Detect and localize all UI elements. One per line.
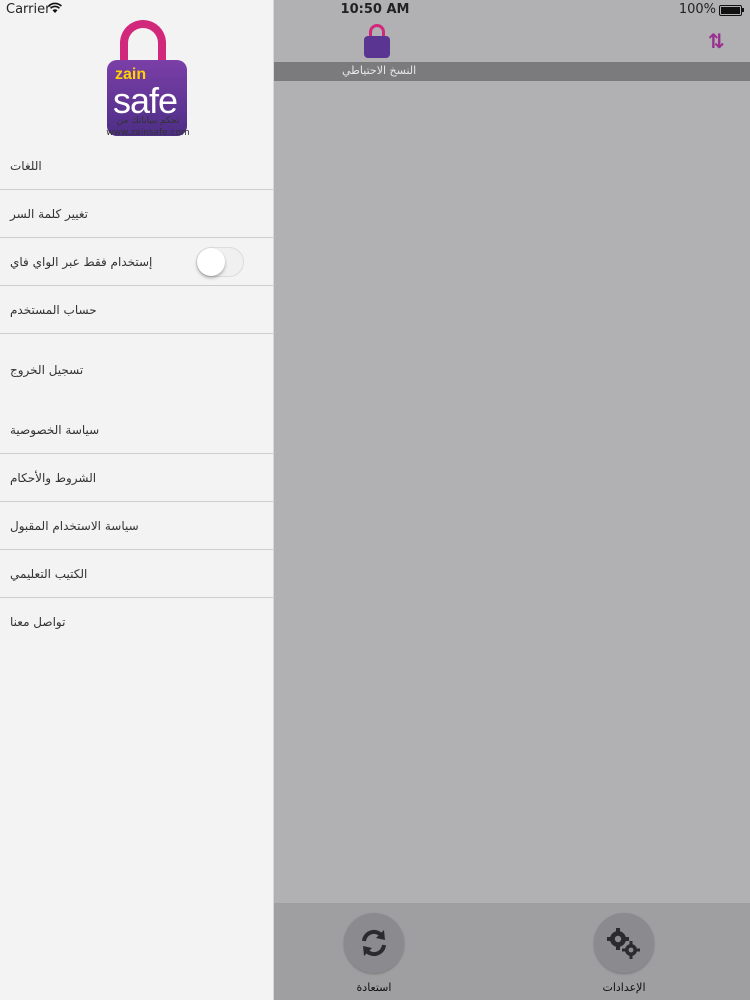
- menu-item-label: إستخدام فقط عبر الواي فاي: [10, 254, 153, 269]
- clock: 10:50 AM: [340, 2, 410, 17]
- menu-item-label: تغيير كلمة السر: [10, 206, 88, 221]
- menu-item-change-password[interactable]: تغيير كلمة السر: [0, 190, 273, 238]
- menu-item-label: حساب المستخدم: [10, 302, 97, 317]
- tab-label: استعادة: [356, 981, 392, 994]
- settings-sidebar: zain safe تحكم ببياناتك من www.zainsafe.…: [0, 0, 274, 1000]
- menu-item-contact-us[interactable]: تواصل معنا: [0, 598, 273, 646]
- tab-label: الإعدادات: [602, 981, 646, 994]
- tab-restore[interactable]: استعادة: [334, 913, 414, 994]
- menu-item-label: تسجيل الخروج: [10, 363, 84, 377]
- restore-icon: [362, 929, 386, 957]
- settings-menu: اللغات تغيير كلمة السر إستخدام فقط عبر ا…: [0, 142, 273, 646]
- logo-url: www.zainsafe.com: [106, 128, 190, 138]
- gears-icon: [607, 928, 640, 959]
- menu-item-languages[interactable]: اللغات: [0, 142, 273, 190]
- battery-percent: 100%: [678, 2, 716, 17]
- top-nav-bar: ⇅: [274, 20, 750, 62]
- backup-title: النسخ الاحتياطي: [342, 64, 417, 77]
- menu-item-acceptable-use[interactable]: سياسة الاستخدام المقبول: [0, 502, 273, 550]
- tab-settings[interactable]: الإعدادات: [584, 913, 664, 994]
- menu-item-label: الشروط والأحكام: [10, 470, 97, 485]
- bottom-tab-bar: استعادة الإعدادات: [274, 903, 750, 1000]
- app-logo-icon: [362, 24, 392, 58]
- menu-item-user-account[interactable]: حساب المستخدم: [0, 286, 273, 334]
- battery-icon: [719, 5, 744, 16]
- sort-arrows-icon[interactable]: ⇅: [708, 30, 728, 52]
- wifi-only-toggle[interactable]: [196, 247, 244, 277]
- menu-item-label: تواصل معنا: [10, 615, 66, 629]
- menu-item-terms[interactable]: الشروط والأحكام: [0, 454, 273, 502]
- toggle-knob: [197, 248, 225, 276]
- menu-item-label: الكتيب التعليمي: [10, 566, 88, 581]
- settings-button[interactable]: [594, 913, 654, 973]
- backup-header-bar: النسخ الاحتياطي: [274, 62, 750, 81]
- menu-item-wifi-only: إستخدام فقط عبر الواي فاي: [0, 238, 273, 286]
- menu-item-logout[interactable]: تسجيل الخروج: [0, 334, 273, 406]
- menu-item-label: اللغات: [10, 158, 42, 173]
- status-bar: Carrier 10:50 AM 100%: [0, 0, 750, 20]
- zain-safe-logo: zain safe تحكم ببياناتك من www.zainsafe.…: [102, 20, 194, 140]
- menu-item-tutorial[interactable]: الكتيب التعليمي: [0, 550, 273, 598]
- menu-item-label: سياسة الخصوصية: [10, 422, 100, 437]
- logo-tagline: تحكم ببياناتك من: [116, 116, 180, 126]
- menu-item-privacy-policy[interactable]: سياسة الخصوصية: [0, 406, 273, 454]
- restore-button[interactable]: [344, 913, 404, 973]
- menu-item-label: سياسة الاستخدام المقبول: [10, 518, 139, 533]
